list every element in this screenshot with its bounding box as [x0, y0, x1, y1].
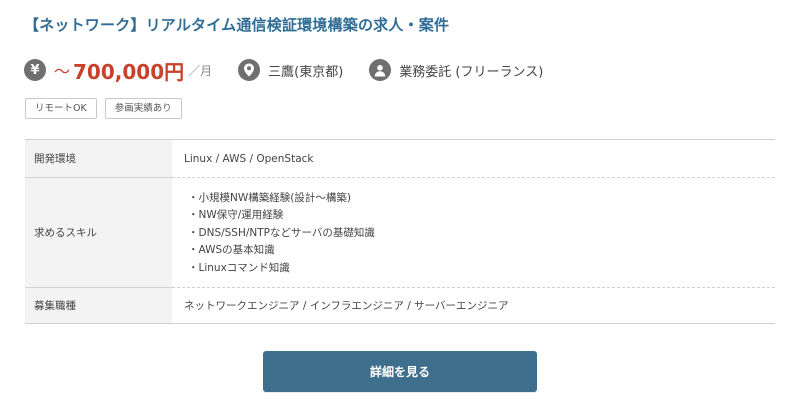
salary-prefix: ～: [54, 62, 71, 81]
roles-label: 募集職種: [25, 287, 172, 324]
map-pin-icon: [238, 59, 261, 81]
environment-value: Linux / AWS / OpenStack: [172, 139, 775, 178]
person-icon: [369, 59, 392, 81]
list-item: 小規模NW構築経験(設計～構築): [188, 190, 775, 208]
salary-unit: ／月: [188, 63, 213, 78]
view-details-button[interactable]: 詳細を見る: [263, 351, 537, 392]
table-row: 開発環境 Linux / AWS / OpenStack: [25, 139, 775, 178]
contract-text: 業務委託 (フリーランス): [399, 64, 544, 80]
job-details-table: 開発環境 Linux / AWS / OpenStack 求めるスキル 小規模N…: [25, 139, 775, 324]
skill-list: 小規模NW構築経験(設計～構築) NW保守/運用経験 DNS/SSH/NTPなど…: [184, 190, 775, 278]
yen-icon: ¥: [24, 59, 46, 81]
location-text: 三鷹(東京都): [268, 64, 344, 80]
job-title[interactable]: 【ネットワーク】リアルタイム通信検証環境構築の求人・案件: [24, 14, 449, 35]
tag-remote: リモートOK: [25, 98, 97, 119]
environment-label: 開発環境: [25, 139, 172, 178]
list-item: NW保守/運用経験: [188, 207, 775, 225]
contract-info: 業務委託 (フリーランス): [369, 59, 543, 81]
location-info: 三鷹(東京都): [238, 59, 343, 81]
tag-track-record: 参画実績あり: [104, 98, 182, 119]
skills-value: 小規模NW構築経験(設計～構築) NW保守/運用経験 DNS/SSH/NTPなど…: [172, 177, 775, 288]
roles-value: ネットワークエンジニア / インフラエンジニア / サーバーエンジニア: [172, 287, 775, 324]
job-card: 【ネットワーク】リアルタイム通信検証環境構築の求人・案件 ¥ ～ 700,000…: [0, 0, 800, 419]
table-row: 求めるスキル 小規模NW構築経験(設計～構築) NW保守/運用経験 DNS/SS…: [25, 177, 775, 288]
list-item: Linuxコマンド知識: [188, 260, 775, 278]
list-item: AWSの基本知識: [188, 242, 775, 260]
salary-info: ¥ ～ 700,000円 ／月: [24, 56, 212, 85]
tag-list: リモートOK 参画実績あり: [25, 98, 190, 119]
table-row: 募集職種 ネットワークエンジニア / インフラエンジニア / サーバーエンジニア: [25, 287, 775, 324]
salary-amount: 700,000円: [73, 59, 185, 84]
list-item: DNS/SSH/NTPなどサーバの基礎知識: [188, 225, 775, 243]
skills-label: 求めるスキル: [25, 177, 172, 288]
job-summary-row: ¥ ～ 700,000円 ／月 三鷹(東京都) 業務委託 (フリーランス): [24, 56, 569, 84]
